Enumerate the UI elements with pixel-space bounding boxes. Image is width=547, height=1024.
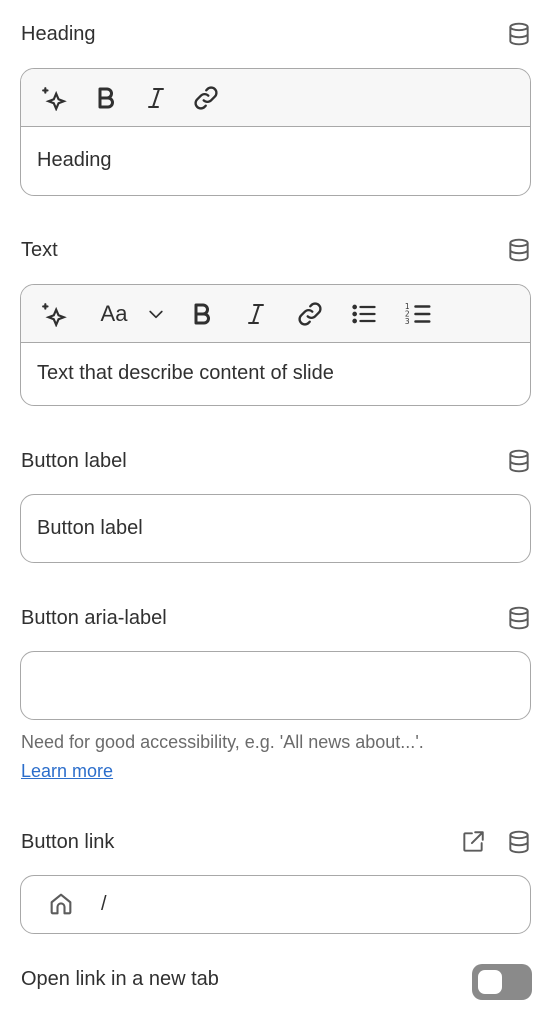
- button-label-row: Button label: [21, 447, 533, 475]
- open-new-tab-label: Open link in a new tab: [21, 968, 219, 990]
- button-link-value[interactable]: /: [101, 893, 107, 916]
- sparkle-icon[interactable]: [39, 80, 69, 116]
- heading-toolbar: [21, 69, 530, 127]
- dynamic-source-icon[interactable]: [505, 236, 533, 264]
- heading-label: Heading: [21, 22, 96, 45]
- button-label-input[interactable]: Button label: [20, 494, 531, 563]
- font-size-icon[interactable]: Aa: [97, 296, 131, 332]
- button-link-input[interactable]: /: [20, 875, 531, 934]
- italic-icon[interactable]: [141, 80, 171, 116]
- learn-more-link[interactable]: Learn more: [21, 761, 113, 782]
- home-icon: [47, 890, 75, 918]
- button-label-label: Button label: [21, 449, 127, 472]
- text-label-row: Text: [21, 236, 533, 264]
- button-aria-label-label: Button aria-label: [21, 606, 167, 629]
- button-link-label: Button link: [21, 830, 115, 853]
- bold-icon[interactable]: [187, 296, 217, 332]
- chevron-down-icon[interactable]: [145, 296, 167, 332]
- heading-label-row: Heading: [21, 20, 533, 48]
- heading-rich-text-editor[interactable]: Heading: [20, 68, 531, 196]
- dynamic-source-icon[interactable]: [505, 447, 533, 475]
- bold-icon[interactable]: [91, 80, 121, 116]
- button-label-value[interactable]: Button label: [37, 517, 143, 540]
- button-link-row: Button link: [21, 828, 533, 856]
- button-aria-help-text: Need for good accessibility, e.g. 'All n…: [21, 732, 424, 752]
- italic-icon[interactable]: [241, 296, 271, 332]
- dynamic-source-icon[interactable]: [505, 828, 533, 856]
- dynamic-source-icon[interactable]: [505, 604, 533, 632]
- numbered-list-icon[interactable]: 123: [403, 296, 433, 332]
- heading-value[interactable]: Heading: [37, 149, 112, 172]
- toggle-knob: [478, 970, 502, 994]
- link-icon[interactable]: [295, 296, 325, 332]
- open-new-tab-toggle[interactable]: [472, 964, 532, 1000]
- dynamic-source-icon[interactable]: [505, 20, 533, 48]
- text-toolbar: Aa 123: [21, 285, 530, 343]
- svg-text:3: 3: [405, 317, 410, 326]
- sparkle-icon[interactable]: [39, 296, 69, 332]
- external-link-icon[interactable]: [459, 828, 487, 856]
- link-icon[interactable]: [191, 80, 221, 116]
- button-link-actions: [459, 828, 533, 856]
- text-rich-text-editor[interactable]: Aa 123 Text that describe content of sli…: [20, 284, 531, 406]
- button-aria-label-input[interactable]: [20, 651, 531, 720]
- bulleted-list-icon[interactable]: [349, 296, 379, 332]
- text-value[interactable]: Text that describe content of slide: [37, 362, 334, 385]
- text-label: Text: [21, 238, 58, 261]
- button-aria-label-row: Button aria-label: [21, 604, 533, 632]
